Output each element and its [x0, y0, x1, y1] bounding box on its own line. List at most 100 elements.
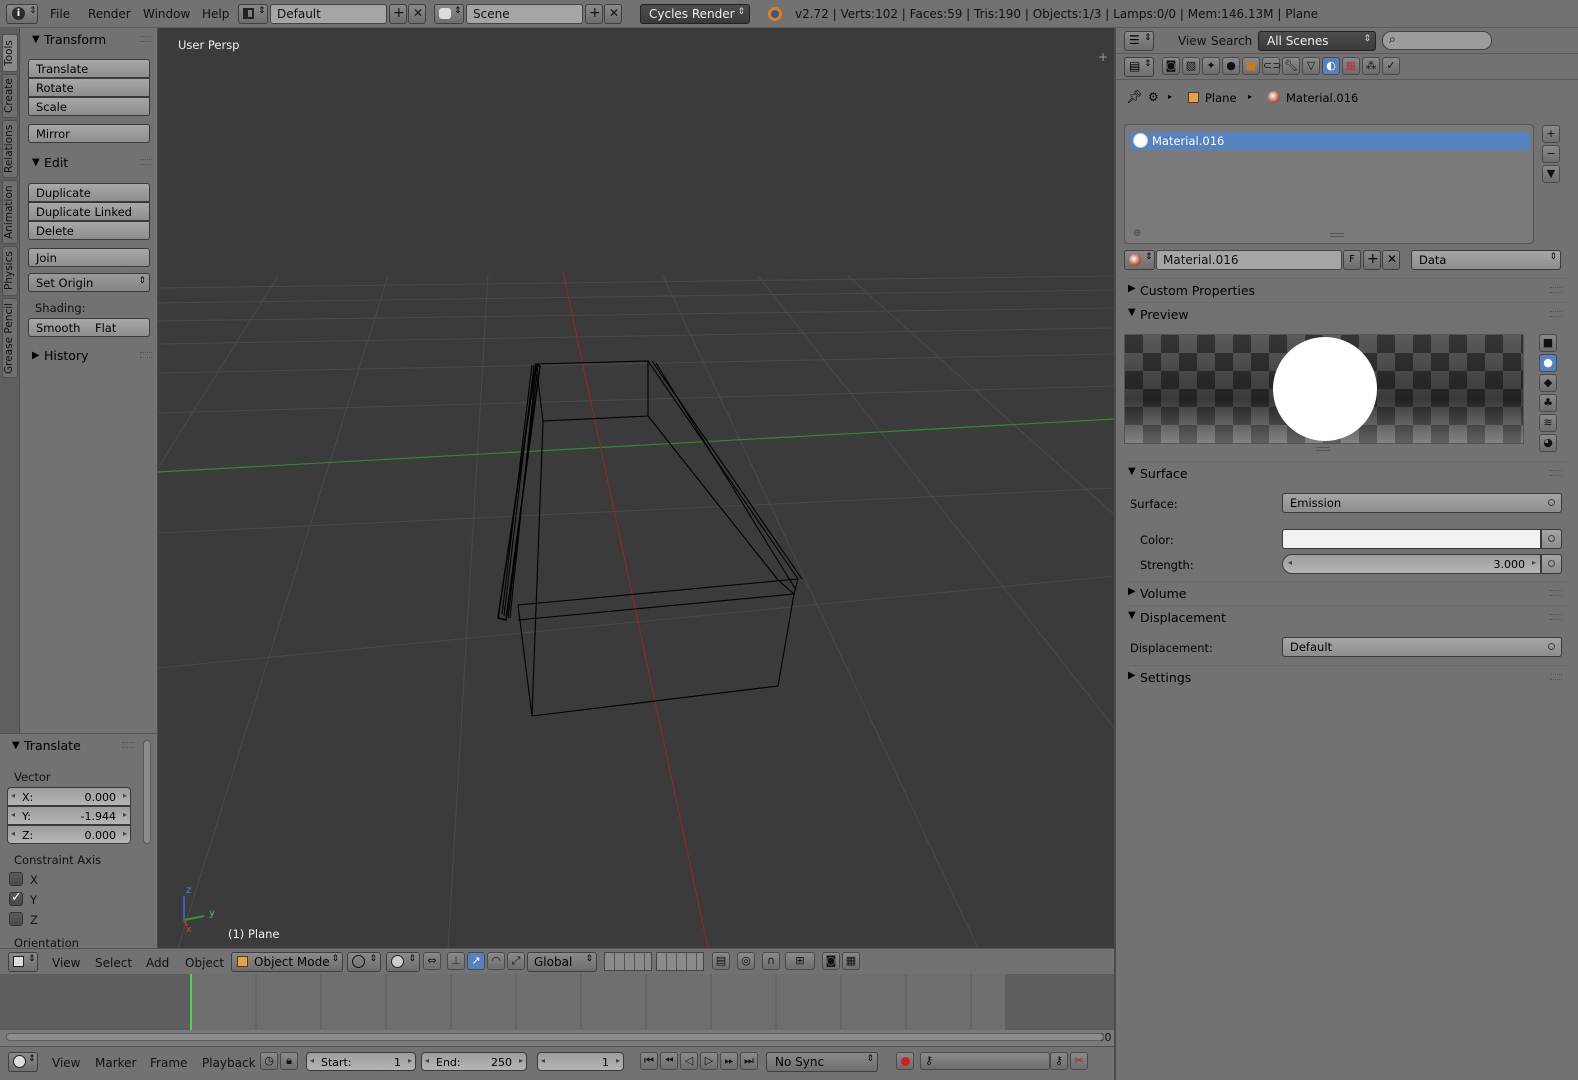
scene-tab[interactable]: ✦ — [1202, 57, 1220, 75]
drag-grip-icon[interactable] — [122, 742, 134, 748]
jump-end-button[interactable]: ⏭︎ — [740, 1052, 758, 1070]
editor-type-button[interactable]: ☰ ⇕ — [1124, 31, 1154, 51]
delete-keyframe-button[interactable]: ✂ — [1070, 1052, 1088, 1070]
operator-panel-header[interactable]: ▼ Translate — [0, 736, 140, 758]
constraint-y-checkbox[interactable] — [9, 890, 23, 906]
object-tab[interactable]: ■ — [1242, 57, 1260, 75]
jump-keyframe-forward-button[interactable]: ⏩︎ — [720, 1052, 738, 1070]
render-layers-tab[interactable]: ▧ — [1182, 57, 1200, 75]
preview-sphere-button[interactable]: ● — [1539, 354, 1557, 372]
editor-type-button[interactable]: i ⇕ — [6, 4, 38, 24]
render-animation-button[interactable]: ▦ — [842, 952, 860, 970]
pivot-point-select[interactable]: ⇕ — [386, 952, 420, 972]
auto-keyframe-button[interactable] — [896, 1052, 914, 1070]
menu-view[interactable]: View — [1178, 34, 1206, 48]
texture-tab[interactable]: ▦ — [1342, 57, 1360, 75]
list-resize-grip[interactable] — [1330, 233, 1344, 237]
jump-start-button[interactable]: ⏮︎ — [640, 1052, 658, 1070]
drag-grip-icon[interactable] — [1550, 590, 1562, 596]
transform-orientation-select[interactable]: Global ⇕ — [527, 952, 597, 972]
menu-add[interactable]: Add — [146, 956, 169, 970]
3d-viewport[interactable]: User Persp z y x (1) Plane + — [158, 28, 1114, 948]
mirror-button[interactable]: Mirror — [28, 124, 150, 143]
shade-flat-button[interactable]: Flat — [88, 318, 150, 337]
duplicate-button[interactable]: Duplicate — [28, 183, 150, 202]
strength-socket-button[interactable] — [1541, 554, 1562, 574]
render-tab[interactable]: ◙ — [1162, 57, 1180, 75]
displacement-header[interactable]: ▼ Displacement — [1126, 605, 1566, 627]
render-engine-select[interactable]: Cycles Render ⇕ — [640, 4, 750, 24]
scene-browse-button[interactable]: ⇕ — [434, 4, 464, 24]
link-type-select[interactable]: Data ⇕ — [1411, 250, 1561, 270]
scale-mode-button[interactable]: ⤢ — [507, 952, 525, 970]
drag-grip-icon[interactable] — [140, 352, 152, 358]
timeline[interactable]: -40-200204060801001201401601802002202402… — [0, 974, 1114, 1046]
tab-animation[interactable]: Animation — [2, 180, 18, 244]
snap-toggle-button[interactable]: ∩ — [762, 952, 780, 970]
unlink-material-button[interactable]: ✕ — [1382, 250, 1400, 270]
remove-slot-button[interactable]: − — [1542, 145, 1560, 163]
vector-z-field[interactable]: ◂ Z: 0.000 ▸ — [7, 825, 131, 844]
material-name-field[interactable]: Material.016 — [1156, 250, 1342, 270]
settings-header[interactable]: ▶ Settings — [1126, 665, 1566, 687]
timeline-scrollbar[interactable] — [6, 1033, 1104, 1041]
preview-resize-grip[interactable] — [1316, 447, 1330, 451]
drag-grip-icon[interactable] — [1550, 287, 1562, 293]
preview-monkey-button[interactable]: ♣ — [1539, 394, 1557, 412]
data-tab[interactable]: ▽ — [1302, 57, 1320, 75]
world-tab[interactable]: ● — [1222, 57, 1240, 75]
drag-grip-icon[interactable] — [1550, 674, 1562, 680]
layer-buttons-group-1[interactable] — [604, 952, 652, 971]
displacement-select[interactable]: Default — [1282, 637, 1562, 657]
menu-search[interactable]: Search — [1211, 34, 1252, 48]
scene-filter-select[interactable]: All Scenes ⇕ — [1258, 31, 1376, 51]
menu-frame[interactable]: Frame — [150, 1056, 187, 1070]
mode-select[interactable]: Object Mode ⇕ — [231, 952, 343, 972]
menu-select[interactable]: Select — [95, 956, 132, 970]
tab-physics[interactable]: Physics — [2, 246, 18, 296]
surface-shader-select[interactable]: Emission — [1282, 493, 1562, 513]
operator-scrollbar[interactable] — [143, 740, 151, 844]
layout-name-field[interactable]: Default — [270, 4, 387, 24]
delete-layout-button[interactable]: ✕ — [408, 4, 426, 24]
constraints-tab[interactable]: ⊂⊃ — [1262, 57, 1281, 75]
outliner-search-input[interactable]: ⌕ — [1382, 31, 1492, 50]
editor-type-button[interactable]: ⇕ — [8, 952, 38, 972]
drag-grip-icon[interactable] — [140, 159, 152, 165]
delete-scene-button[interactable]: ✕ — [604, 4, 622, 24]
layout-browse-button[interactable]: ⇕ — [238, 4, 268, 24]
end-frame-field[interactable]: ◂ End: 250 ▸ — [421, 1052, 527, 1071]
color-socket-button[interactable] — [1541, 529, 1562, 549]
join-button[interactable]: Join — [28, 248, 150, 267]
jump-keyframe-back-button[interactable]: ⏪︎ — [660, 1052, 678, 1070]
drag-grip-icon[interactable] — [1550, 470, 1562, 476]
delete-button[interactable]: Delete — [28, 221, 150, 240]
volume-header[interactable]: ▶ Volume — [1126, 581, 1566, 603]
sync-mode-select[interactable]: No Sync ⇕ — [766, 1052, 878, 1072]
preview-hair-button[interactable]: ≋ — [1539, 414, 1557, 432]
start-frame-field[interactable]: ◂ Start: 1 ▸ — [306, 1052, 416, 1071]
translate-button[interactable]: Translate — [28, 59, 150, 78]
edit-panel-header[interactable]: ▼ Edit — [20, 153, 158, 175]
material-slots-list[interactable]: Material.016 ⊕ — [1124, 124, 1534, 244]
translate-mode-button[interactable]: ↗ — [467, 952, 485, 970]
material-slot-row[interactable]: Material.016 — [1130, 132, 1530, 150]
custom-properties-header[interactable]: ▶ Custom Properties — [1126, 278, 1566, 300]
viewport-canvas[interactable] — [158, 28, 1114, 948]
physics-tab[interactable]: ✓ — [1382, 57, 1400, 75]
preview-flat-button[interactable]: ■ — [1539, 334, 1557, 352]
tab-create[interactable]: Create — [2, 74, 18, 118]
new-material-button[interactable]: + — [1363, 250, 1381, 270]
drag-grip-icon[interactable] — [140, 36, 152, 42]
constraint-x-checkbox[interactable] — [9, 872, 23, 886]
keying-set-field[interactable]: ⚷ — [920, 1052, 1050, 1070]
lock-frame-button[interactable]: 🔒︎ — [280, 1052, 298, 1070]
menu-object[interactable]: Object — [185, 956, 224, 970]
editor-type-button[interactable]: ⇕ — [8, 1052, 38, 1072]
rotate-mode-button[interactable]: ◠ — [487, 952, 505, 970]
editor-type-button[interactable]: ▤ ⇕ — [1124, 57, 1154, 77]
surface-header[interactable]: ▼ Surface — [1126, 461, 1566, 483]
material-tab[interactable]: ◐ — [1322, 57, 1340, 75]
menu-marker[interactable]: Marker — [95, 1056, 136, 1070]
filter-options-icon[interactable]: ⊕ — [1133, 228, 1141, 239]
